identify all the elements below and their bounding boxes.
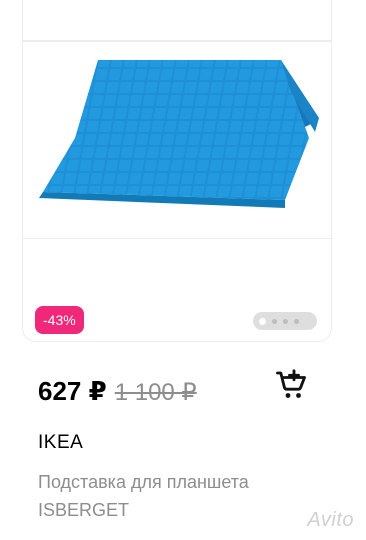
price-old: 1 100 ₽: [114, 379, 197, 406]
price-current: 627 ₽: [38, 376, 107, 406]
gallery-pager[interactable]: [253, 312, 317, 330]
pager-dot[interactable]: [259, 317, 266, 325]
pager-dot[interactable]: [272, 318, 277, 324]
seller-name[interactable]: IKEA: [38, 432, 83, 454]
product-card[interactable]: -43%: [22, 0, 332, 342]
avito-watermark: Avito: [307, 509, 354, 531]
add-to-cart-button[interactable]: [270, 366, 312, 404]
product-title[interactable]: Подставка для планшета ISBERGET: [38, 468, 278, 524]
divider: [23, 238, 331, 239]
tablet-stand-image: [39, 60, 319, 208]
product-image[interactable]: [23, 42, 331, 238]
cart-icon: [276, 369, 306, 398]
price-row: 627 ₽ 1 100 ₽: [38, 376, 197, 407]
discount-badge: -43%: [35, 306, 84, 334]
pager-dot[interactable]: [294, 318, 299, 324]
pager-dot[interactable]: [283, 318, 288, 324]
